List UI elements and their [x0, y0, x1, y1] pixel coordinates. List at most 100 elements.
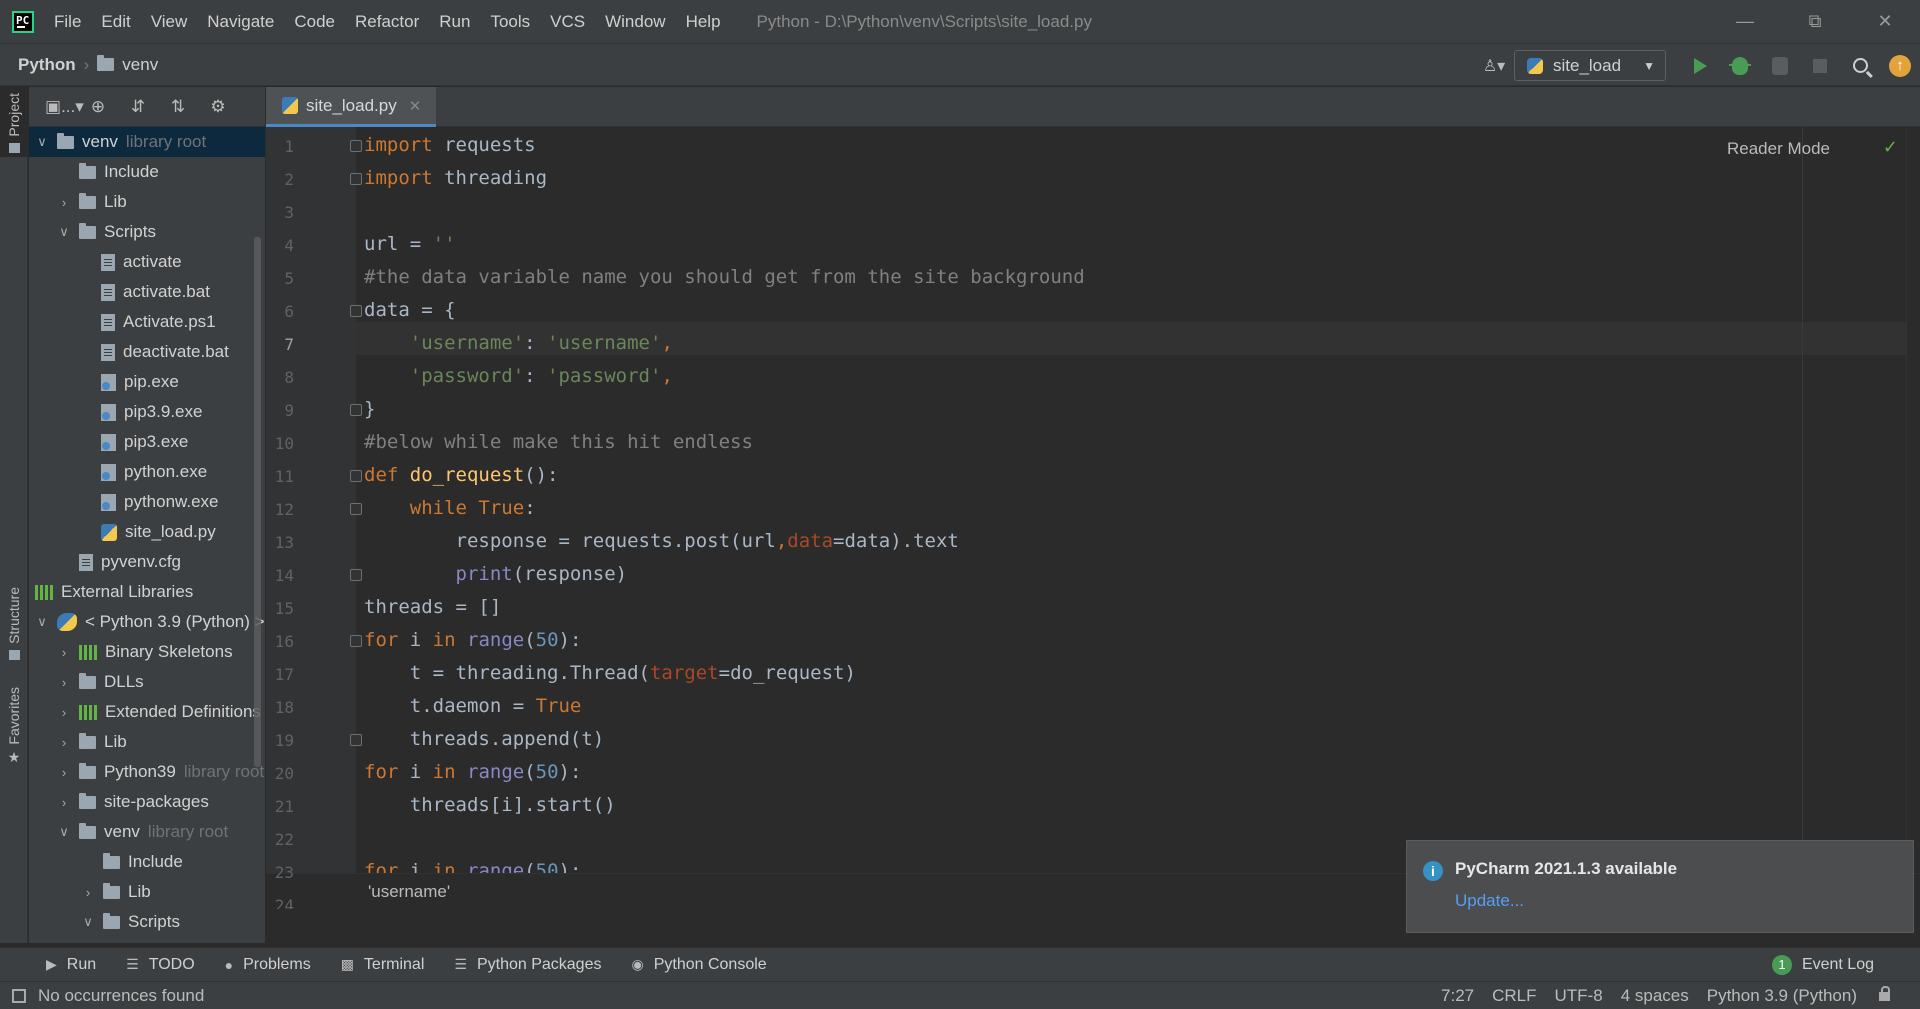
- checkmark-icon[interactable]: ✓: [1883, 137, 1898, 158]
- python-interpreter[interactable]: Python 3.9 (Python): [1707, 986, 1857, 1006]
- editor-scrollbar[interactable]: [1906, 127, 1920, 909]
- reader-mode-toggle[interactable]: Reader Mode: [1727, 139, 1830, 159]
- code-line[interactable]: #the data variable name you should get f…: [364, 261, 1085, 294]
- tree-item-python39-sdk[interactable]: ∨ < Python 3.9 (Python) >: [29, 607, 265, 637]
- menu-edit[interactable]: Edit: [91, 12, 140, 32]
- tree-item-python39[interactable]: › Python39 library root: [29, 757, 265, 787]
- tree-item-file[interactable]: pip.exe: [29, 367, 265, 397]
- fold-marker-icon[interactable]: [350, 173, 362, 185]
- code-line[interactable]: }: [364, 393, 375, 426]
- tree-item-scripts[interactable]: ∨ Scripts: [29, 907, 265, 937]
- tree-item-venv[interactable]: ∨ venv library root: [29, 817, 265, 847]
- menu-code[interactable]: Code: [284, 12, 345, 32]
- tree-scrollbar[interactable]: [254, 237, 261, 767]
- user-icon[interactable]: ♙▾: [1474, 44, 1514, 87]
- lock-icon[interactable]: [1879, 985, 1890, 1001]
- menu-refactor[interactable]: Refactor: [345, 12, 429, 32]
- close-icon[interactable]: ✕: [1850, 0, 1920, 43]
- fold-marker-icon[interactable]: [350, 635, 362, 647]
- code-line[interactable]: 'password': 'password',: [364, 360, 673, 393]
- tree-item-include[interactable]: Include: [29, 847, 265, 877]
- fold-marker-icon[interactable]: [350, 569, 362, 581]
- tree-item-file[interactable]: pyvenv.cfg: [29, 547, 265, 577]
- menu-help[interactable]: Help: [676, 12, 731, 32]
- coverage-button[interactable]: [1760, 44, 1800, 87]
- fold-marker-icon[interactable]: [350, 305, 362, 317]
- breadcrumb-project[interactable]: Python: [18, 55, 76, 75]
- code-line[interactable]: data = {: [364, 294, 456, 327]
- toggle-tool-windows-icon[interactable]: [12, 988, 26, 1003]
- menu-vcs[interactable]: VCS: [540, 12, 595, 32]
- close-tab-icon[interactable]: ✕: [409, 97, 422, 115]
- tree-item-file[interactable]: site_load.py: [29, 517, 265, 547]
- restore-icon[interactable]: ⧉: [1780, 0, 1850, 43]
- menu-run[interactable]: Run: [429, 12, 480, 32]
- breadcrumb-folder[interactable]: venv: [122, 55, 158, 75]
- code-line[interactable]: threads.append(t): [364, 723, 604, 756]
- run-button[interactable]: [1680, 44, 1720, 87]
- project-view-select[interactable]: ▣...▾: [45, 97, 84, 117]
- code-line[interactable]: threads = []: [364, 591, 501, 624]
- debug-button[interactable]: [1720, 44, 1760, 87]
- tab-favorites[interactable]: Favorites ★: [0, 687, 28, 777]
- code-line[interactable]: response = requests.post(url,data=data).…: [364, 525, 959, 558]
- tree-item-site-packages[interactable]: › site-packages: [29, 787, 265, 817]
- tree-item-file[interactable]: activate: [29, 247, 265, 277]
- expand-all-icon[interactable]: ⇵: [125, 97, 151, 117]
- stop-button[interactable]: [1800, 44, 1840, 87]
- gear-icon[interactable]: ⚙: [205, 97, 231, 117]
- tree-item-file[interactable]: pythonw.exe: [29, 487, 265, 517]
- menu-tools[interactable]: Tools: [480, 12, 540, 32]
- code-line[interactable]: t.daemon = True: [364, 690, 582, 723]
- tree-item-scripts[interactable]: ∨ Scripts: [29, 217, 265, 247]
- code-line[interactable]: import requests: [364, 129, 536, 162]
- tree-item-dlls[interactable]: › DLLs: [29, 667, 265, 697]
- fold-marker-icon[interactable]: [350, 734, 362, 746]
- run-configuration-select[interactable]: site_load ▼: [1514, 50, 1666, 81]
- tree-item-file[interactable]: deactivate.bat: [29, 337, 265, 367]
- update-button[interactable]: ↑: [1880, 44, 1920, 87]
- caret-position[interactable]: 7:27: [1441, 986, 1474, 1006]
- tab-project[interactable]: Project: [0, 87, 28, 157]
- collapse-all-icon[interactable]: ⇅: [165, 97, 191, 117]
- tool-problems[interactable]: ● Problems: [225, 956, 311, 974]
- tree-item-binary-skeletons[interactable]: › Binary Skeletons: [29, 637, 265, 667]
- indent-setting[interactable]: 4 spaces: [1621, 986, 1689, 1006]
- fold-marker-icon[interactable]: [350, 140, 362, 152]
- locate-icon[interactable]: ⊕: [85, 97, 111, 117]
- code-line[interactable]: while True:: [364, 492, 536, 525]
- tool-event-log[interactable]: 1 Event Log: [1771, 948, 1874, 982]
- code-line[interactable]: import threading: [364, 162, 547, 195]
- file-encoding[interactable]: UTF-8: [1555, 986, 1603, 1006]
- menu-view[interactable]: View: [141, 12, 198, 32]
- tool-python-packages[interactable]: ☰ Python Packages: [454, 956, 601, 974]
- tree-item-include[interactable]: Include: [29, 157, 265, 187]
- tree-item-file[interactable]: Activate.ps1: [29, 307, 265, 337]
- code-line[interactable]: def do_request():: [364, 459, 559, 492]
- fold-marker-icon[interactable]: [350, 404, 362, 416]
- tab-structure[interactable]: Structure: [0, 587, 28, 667]
- tree-item-file[interactable]: pip3.9.exe: [29, 397, 265, 427]
- tool-todo[interactable]: ☰ TODO: [126, 956, 195, 974]
- menu-window[interactable]: Window: [595, 12, 675, 32]
- fold-marker-icon[interactable]: [350, 503, 362, 515]
- line-separator[interactable]: CRLF: [1492, 986, 1536, 1006]
- code-line[interactable]: #below while make this hit endless: [364, 426, 753, 459]
- tree-item-lib[interactable]: › Lib: [29, 187, 265, 217]
- tool-terminal[interactable]: ▩ Terminal: [341, 956, 425, 974]
- code-line[interactable]: threads[i].start(): [364, 789, 616, 822]
- tree-item-file[interactable]: pip3.exe: [29, 427, 265, 457]
- minimize-icon[interactable]: —: [1710, 0, 1780, 43]
- code-line[interactable]: print(response): [364, 558, 628, 591]
- code-line[interactable]: url = '': [364, 228, 456, 261]
- tool-python-console[interactable]: ◉ Python Console: [631, 956, 766, 974]
- tree-item-file[interactable]: activate.bat: [29, 277, 265, 307]
- code-line[interactable]: for i in range(50):: [364, 756, 581, 789]
- tree-item-venv[interactable]: ∨ venv library root: [29, 127, 265, 157]
- tree-item-file[interactable]: python.exe: [29, 457, 265, 487]
- code-line[interactable]: for i in range(50):: [364, 624, 581, 657]
- tool-run[interactable]: ▶ Run: [46, 956, 96, 974]
- tree-item-lib[interactable]: › Lib: [29, 877, 265, 907]
- menu-navigate[interactable]: Navigate: [197, 12, 284, 32]
- fold-marker-icon[interactable]: [350, 470, 362, 482]
